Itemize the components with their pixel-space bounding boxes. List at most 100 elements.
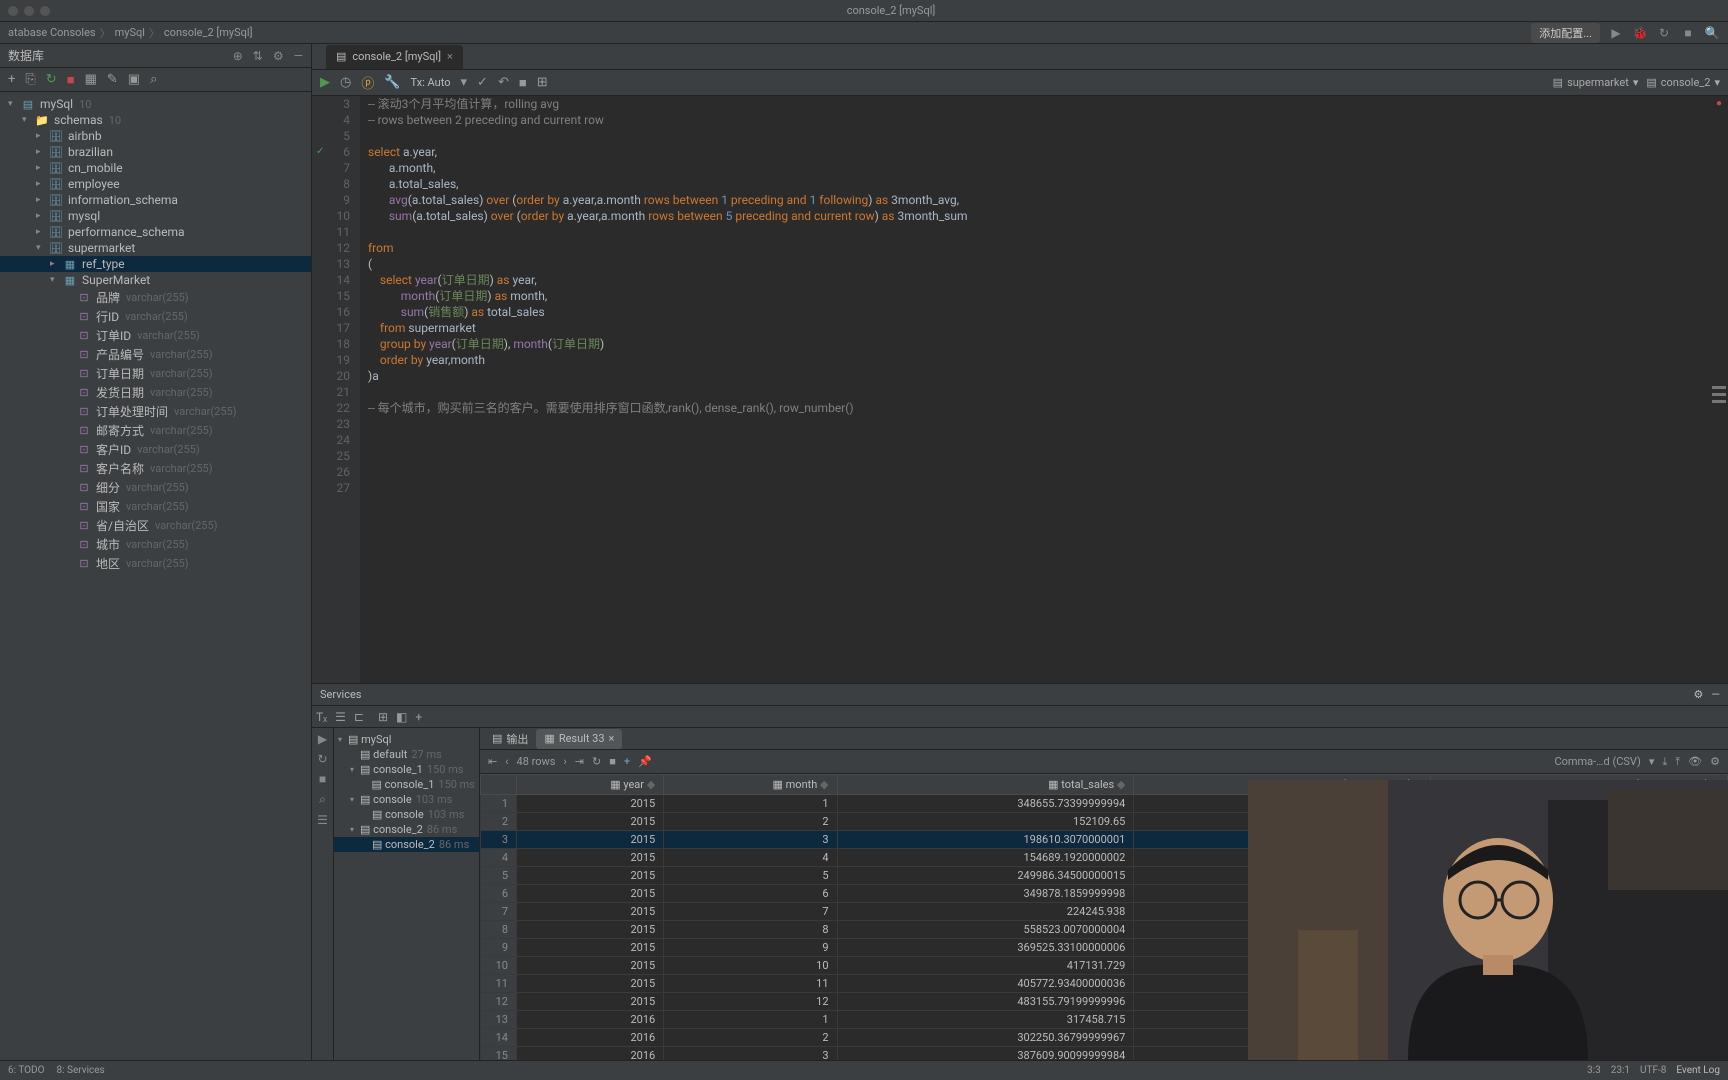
next-page-icon[interactable]: › [563, 755, 566, 768]
commit-icon[interactable]: ✓ [477, 75, 488, 90]
collapse-icon[interactable]: ⊏ [354, 710, 364, 724]
tree-item[interactable]: ⊡客户名称varchar(255) [0, 459, 311, 478]
services-tree-item[interactable]: ▾▤ mySql [334, 732, 479, 747]
gear-icon[interactable]: ⚙ [1710, 755, 1720, 768]
view-icon[interactable]: 👁 [1688, 755, 1702, 768]
console-selector[interactable]: ▤console_2▾ [1646, 76, 1720, 89]
services-tree-item[interactable]: ▤ default27 ms [334, 747, 479, 762]
result-tab[interactable]: ▦Result 33× [536, 729, 622, 749]
tree-item[interactable]: ⊡城市varchar(255) [0, 535, 311, 554]
hide-icon[interactable]: — [294, 49, 303, 63]
services-tree-item[interactable]: ▾▤ console_1150 ms [334, 762, 479, 777]
run-icon[interactable]: ▶ [318, 732, 327, 746]
tree-item[interactable]: ▸🗄cn_mobile [0, 160, 311, 176]
services-tree-item[interactable]: ▤ console_286 ms [334, 837, 479, 852]
stop-icon[interactable]: ■ [67, 72, 75, 88]
tree-item[interactable]: ⊡客户IDvarchar(255) [0, 440, 311, 459]
add-row-icon[interactable]: + [624, 755, 630, 768]
hide-icon[interactable]: — [1711, 688, 1720, 701]
crumb-1[interactable]: mySql [115, 26, 145, 39]
crumb-2[interactable]: console_2 [mySql] [164, 26, 253, 39]
expand-icon[interactable]: ☰ [335, 710, 346, 724]
chevron-down-icon[interactable]: ▾ [461, 75, 468, 90]
grid-icon[interactable]: ⊞ [378, 710, 388, 724]
history-icon[interactable]: ◷ [340, 75, 351, 90]
gear-icon[interactable]: ⚙ [1694, 688, 1704, 701]
rerun-icon[interactable]: ↻ [317, 752, 327, 766]
tree-item[interactable]: ▸🗄airbnb [0, 128, 311, 144]
window-controls[interactable] [8, 6, 50, 16]
debug-icon[interactable]: 🐞 [1632, 25, 1648, 41]
tree-item[interactable]: ▸🗄mysql [0, 208, 311, 224]
csv-format[interactable]: Comma-…d (CSV) [1554, 755, 1640, 768]
status-services[interactable]: 8: Services [56, 1065, 104, 1076]
tree-item[interactable]: ⊡订单处理时间varchar(255) [0, 402, 311, 421]
editor-tab-console2[interactable]: ▤ console_2 [mySql] × [326, 45, 463, 69]
prev-page-icon[interactable]: ‹ [505, 755, 508, 768]
close-icon[interactable]: × [447, 50, 453, 63]
tree-item[interactable]: ⊡省/自治区varchar(255) [0, 516, 311, 535]
tree-item[interactable]: ▾▤mySql10 [0, 96, 311, 112]
schema-selector[interactable]: ▤supermarket▾ [1553, 76, 1639, 89]
filter-icon[interactable]: ⌕ [319, 792, 326, 807]
filter-icon[interactable]: ⌕ [150, 72, 157, 87]
refresh-icon[interactable]: ↻ [46, 72, 57, 87]
stop-icon[interactable]: ■ [1680, 25, 1696, 41]
last-page-icon[interactable]: ⇥ [575, 755, 584, 768]
first-page-icon[interactable]: ⇤ [488, 755, 497, 768]
tree-item[interactable]: ▸🗄employee [0, 176, 311, 192]
tree-item[interactable]: ▸🗄brazilian [0, 144, 311, 160]
pin-icon[interactable]: 📌 [638, 755, 652, 768]
services-tree-item[interactable]: ▾▤ console103 ms [334, 792, 479, 807]
tree-item[interactable]: ▾▦SuperMarket [0, 272, 311, 288]
layout-icon[interactable]: ◧ [396, 710, 407, 724]
tree-item[interactable]: ▾📁schemas10 [0, 112, 311, 128]
layers-icon[interactable]: ☰ [317, 813, 328, 827]
tree-item[interactable]: ▸▦ref_type [0, 256, 311, 272]
search-icon[interactable]: 🔍 [1704, 25, 1720, 41]
db-tree[interactable]: ▾▤mySql10▾📁schemas10▸🗄airbnb▸🗄brazilian▸… [0, 92, 311, 1060]
services-tree-item[interactable]: ▾▤ console_286 ms [334, 822, 479, 837]
filter-icon[interactable]: ⇅ [253, 49, 263, 63]
services-tree-item[interactable]: ▤ console_1150 ms [334, 777, 479, 792]
duplicate-icon[interactable]: ⎘ [25, 72, 35, 87]
chevron-down-icon[interactable]: ▾ [1649, 755, 1655, 768]
execute-icon[interactable]: ▶ [320, 75, 330, 90]
error-indicator-icon[interactable]: ● [1716, 98, 1722, 109]
tx-mode[interactable]: Tx: Auto [411, 76, 451, 89]
crumb-0[interactable]: atabase Consoles [8, 26, 96, 39]
structure-icon[interactable]: ⊞ [537, 75, 548, 90]
status-todo[interactable]: 6: TODO [8, 1065, 44, 1076]
tree-item[interactable]: ⊡产品编号varchar(255) [0, 345, 311, 364]
tree-item[interactable]: ▸🗄information_schema [0, 192, 311, 208]
tree-item[interactable]: ⊡行IDvarchar(255) [0, 307, 311, 326]
add-icon[interactable]: + [8, 72, 15, 87]
output-tab[interactable]: ▤输出 [484, 729, 536, 749]
services-tree[interactable]: ▾▤ mySql▤ default27 ms▾▤ console_1150 ms… [334, 728, 479, 1060]
tree-item[interactable]: ⊡细分varchar(255) [0, 478, 311, 497]
editor-code[interactable]: -- 滚动3个月平均值计算，rolling avg-- rows between… [360, 96, 1728, 683]
rollback-icon[interactable]: ↶ [498, 75, 509, 90]
table-icon[interactable]: ▦ [85, 72, 97, 87]
console-icon[interactable]: ▣ [128, 72, 140, 87]
sql-editor[interactable]: 3456789101112131415161718192021222324252… [312, 96, 1728, 683]
target-icon[interactable]: ⊕ [233, 49, 243, 63]
tree-item[interactable]: ⊡订单日期varchar(255) [0, 364, 311, 383]
services-tree-item[interactable]: ▤ console103 ms [334, 807, 479, 822]
tree-item[interactable]: ⊡发货日期varchar(255) [0, 383, 311, 402]
close-window[interactable] [8, 6, 18, 16]
minimize-window[interactable] [24, 6, 34, 16]
tree-item[interactable]: ⊡品牌varchar(255) [0, 288, 311, 307]
gear-icon[interactable]: ⚙ [273, 49, 284, 63]
run-icon[interactable]: ▶ [1608, 25, 1624, 41]
stop-icon[interactable]: ■ [319, 772, 326, 786]
tree-item[interactable]: ⊡邮寄方式varchar(255) [0, 421, 311, 440]
filter-tx-icon[interactable]: Tₓ [316, 710, 327, 724]
close-icon[interactable]: × [609, 732, 615, 745]
tree-item[interactable]: ⊡地区varchar(255) [0, 554, 311, 573]
wrench-icon[interactable]: 🔧 [384, 75, 400, 90]
stop-icon[interactable]: ■ [609, 755, 616, 768]
rerun-icon[interactable]: ↻ [1656, 25, 1672, 41]
tree-item[interactable]: ▾🗄supermarket [0, 240, 311, 256]
export-icon[interactable]: ⤓ [1662, 755, 1667, 769]
